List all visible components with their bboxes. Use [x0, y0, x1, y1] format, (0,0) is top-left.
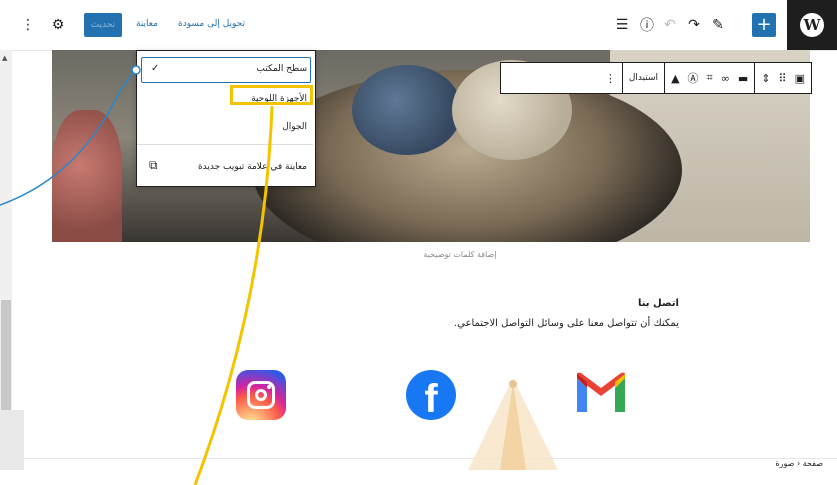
contact-paragraph[interactable]: يمكنك أن تتواصل معنا على وسائل التواصل ا… [454, 318, 679, 329]
top-toolbar: ⋮ ⚙ تحديث معاينة تحويل إلى مسودة ☰ ⓘ ↶ ↷… [12, 0, 837, 51]
preview-dropdown-menu: ✓ سطح المكتب الأجهزة اللوحية الجوال معاي… [136, 50, 316, 187]
gmail-icon[interactable] [573, 372, 629, 412]
facebook-icon[interactable]: f [406, 370, 456, 420]
breadcrumb-separator: ‹ [796, 459, 801, 468]
link-icon[interactable]: ∞ [721, 72, 730, 85]
more-options-icon[interactable]: ⋮ [605, 72, 616, 85]
text-overlay-icon[interactable]: Ⓐ [688, 70, 699, 86]
options-kebab-icon[interactable]: ⋮ [18, 15, 38, 35]
breadcrumb-page[interactable]: صفحة [803, 459, 823, 468]
menu-item-desktop[interactable]: سطح المكتب [256, 64, 307, 74]
block-type-group: ▣ ⠿ ⇕ [754, 63, 811, 93]
checkmark-icon: ✓ [151, 63, 160, 74]
preview-button[interactable]: معاينة [136, 19, 158, 29]
menu-item-new-tab[interactable]: معاينة في علامة تبويب جديدة [198, 162, 307, 172]
replace-button[interactable]: استبدال [629, 73, 658, 83]
drag-handle-icon[interactable]: ⠿ [779, 72, 787, 85]
block-toolbar: ▣ ⠿ ⇕ ▬ ∞ ⌗ Ⓐ ▲ استبدال ⋮ [500, 62, 812, 94]
instagram-flash [267, 385, 271, 389]
crop-icon[interactable]: ⌗ [707, 71, 713, 85]
duotone-icon[interactable]: ▲ [671, 72, 679, 85]
redo-icon[interactable]: ↷ [684, 15, 704, 35]
details-info-icon[interactable]: ⓘ [637, 15, 657, 35]
settings-gear-icon[interactable]: ⚙ [48, 15, 68, 35]
menu-item-mobile[interactable]: الجوال [282, 122, 307, 132]
image-caption-placeholder[interactable]: إضافة كلمات توضيحية [340, 250, 580, 259]
contact-heading[interactable]: اتصل بنا [638, 298, 679, 309]
instagram-lens [255, 389, 267, 401]
side-panel-edge [0, 410, 24, 470]
align-icon[interactable]: ▬ [738, 72, 748, 85]
editor-window: ⋮ ⚙ تحديث معاينة تحويل إلى مسودة ☰ ⓘ ↶ ↷… [0, 0, 837, 471]
wordpress-logo[interactable]: W [787, 0, 837, 50]
update-button[interactable]: تحديث [84, 13, 122, 37]
more-group: ⋮ [599, 63, 622, 93]
wordpress-icon: W [800, 13, 824, 37]
undo-icon[interactable]: ↶ [660, 15, 680, 35]
breadcrumb-image[interactable]: صورة [775, 459, 794, 468]
pincushion [52, 110, 122, 242]
watermark-logo [468, 378, 558, 470]
switch-to-draft-button[interactable]: تحويل إلى مسودة [178, 19, 245, 29]
move-up-down-icon[interactable]: ⇕ [761, 72, 770, 85]
list-view-icon[interactable]: ☰ [612, 15, 632, 35]
scroll-up-arrow-icon[interactable]: ▲ [2, 54, 7, 62]
instagram-icon[interactable] [236, 370, 286, 420]
status-bar: صفحة ‹ صورة [12, 458, 837, 471]
tablet-highlight-box [230, 85, 313, 105]
external-link-icon: ⧉ [149, 158, 158, 172]
block-inserter-plus-icon[interactable]: + [752, 13, 776, 37]
scrollbar[interactable]: ▲ ▼ [0, 50, 12, 470]
replace-group: استبدال [621, 63, 664, 93]
breadcrumb: صفحة ‹ صورة [775, 459, 823, 468]
image-tools-group: ▬ ∞ ⌗ Ⓐ ▲ [664, 63, 754, 93]
yarn-ball-blue [352, 65, 462, 155]
menu-divider [137, 144, 313, 145]
image-block-icon[interactable]: ▣ [795, 72, 805, 85]
tools-pencil-icon[interactable]: ✎ [708, 15, 728, 35]
